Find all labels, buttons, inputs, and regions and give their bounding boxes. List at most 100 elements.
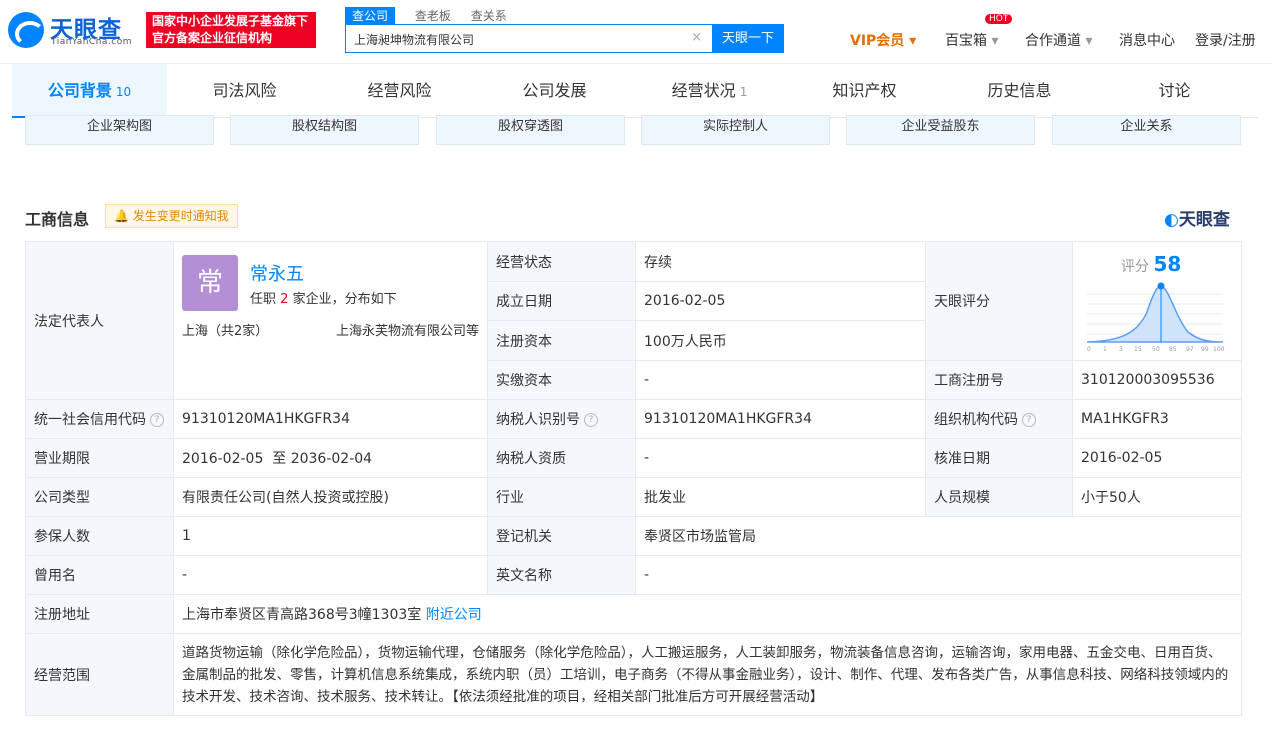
tax-qual-value: - bbox=[635, 438, 926, 478]
treasure-box-menu[interactable]: 百宝箱 ▾ bbox=[945, 30, 998, 50]
vip-label: VIP会员 bbox=[850, 33, 905, 49]
search-input-value[interactable]: 上海昶坤物流有限公司 bbox=[354, 31, 474, 48]
legal-rep-company[interactable]: 上海永芙物流有限公司等 bbox=[336, 320, 479, 339]
reg-no-value: 310120003095536 bbox=[1072, 360, 1242, 400]
tab-label: 经营状况 bbox=[671, 81, 736, 100]
english-name-key: 英文名称 bbox=[487, 555, 636, 595]
insured-value: 1 bbox=[173, 516, 488, 556]
cooperate-label: 合作通道 bbox=[1025, 33, 1081, 49]
tab-label: 讨论 bbox=[1158, 81, 1191, 100]
paid-capital-key: 实缴资本 bbox=[487, 360, 636, 400]
capital-value: 100万人民币 bbox=[635, 320, 926, 361]
message-center-link[interactable]: 消息中心 bbox=[1119, 30, 1175, 50]
tick: 100 bbox=[1213, 346, 1225, 353]
section-title: 工商信息 bbox=[25, 210, 90, 229]
founded-key: 成立日期 bbox=[487, 281, 636, 321]
search-mode-tabs: 查公司 查老板 查关系 bbox=[345, 7, 523, 24]
search-tab-relation[interactable]: 查关系 bbox=[471, 7, 507, 24]
legal-rep-cell: 常 常永五 任职 2 家企业，分布如下 上海（共2家） 上海永芙物流有限公司等 bbox=[173, 241, 488, 400]
cooperate-menu[interactable]: 合作通道 ▾ bbox=[1025, 30, 1092, 50]
tianyancha-logo-icon[interactable] bbox=[8, 12, 45, 48]
equity-penetration-button[interactable]: 股权穿透图 bbox=[436, 115, 625, 145]
help-icon[interactable]: ? bbox=[150, 413, 164, 427]
tab-company-background[interactable]: 公司背景 10 bbox=[12, 64, 167, 118]
help-icon[interactable]: ? bbox=[584, 413, 598, 427]
search-tab-company[interactable]: 查公司 bbox=[345, 7, 396, 24]
positions-count[interactable]: 2 bbox=[280, 292, 288, 307]
insured-key: 参保人数 bbox=[25, 516, 174, 556]
clear-icon[interactable]: × bbox=[691, 30, 702, 45]
score-display: 评分 58 bbox=[1121, 252, 1181, 276]
chevron-down-icon: ▾ bbox=[991, 33, 999, 49]
english-name-value: - bbox=[635, 555, 1242, 595]
search-input[interactable]: 上海昶坤物流有限公司 × bbox=[345, 24, 713, 53]
nearby-companies-link[interactable]: 附近公司 bbox=[426, 607, 482, 623]
scope-value: 道路货物运输（除化学危险品），货物运输代理，仓储服务（除化学危险品），人工搬运服… bbox=[173, 633, 1242, 716]
company-relation-button[interactable]: 企业关系 bbox=[1052, 115, 1241, 145]
credit-code-label: 统一社会信用代码 bbox=[34, 412, 146, 428]
eye-logo-icon: ◐ bbox=[1164, 210, 1179, 230]
brand-watermark: ◐天眼查 bbox=[1164, 205, 1230, 230]
chevron-down-icon: ▾ bbox=[1085, 33, 1093, 49]
search-tab-boss[interactable]: 查老板 bbox=[415, 7, 451, 24]
tab-development[interactable]: 公司发展 bbox=[477, 64, 632, 118]
avatar[interactable]: 常 bbox=[182, 255, 238, 311]
legal-rep-positions: 任职 2 家企业，分布如下 bbox=[250, 288, 397, 307]
industry-key: 行业 bbox=[487, 477, 636, 517]
authority-key: 登记机关 bbox=[487, 516, 636, 556]
reg-no-key: 工商注册号 bbox=[925, 360, 1073, 400]
search-button[interactable]: 天眼一下 bbox=[712, 24, 784, 53]
positions-post: 家企业，分布如下 bbox=[292, 292, 397, 307]
org-chart-button[interactable]: 企业架构图 bbox=[25, 115, 214, 145]
tianyan-score-key: 天眼评分 bbox=[925, 241, 1073, 361]
org-code-label: 组织机构代码 bbox=[934, 412, 1018, 428]
tianyan-score-cell[interactable]: 评分 58 0 1 3 15 50 85 97 99 100 bbox=[1072, 241, 1242, 361]
tab-count: 1 bbox=[739, 85, 748, 99]
scope-key: 经营范围 bbox=[25, 633, 174, 716]
tab-operating-risk[interactable]: 经营风险 bbox=[322, 64, 477, 118]
score-label: 评分 bbox=[1121, 259, 1149, 275]
positions-pre: 任职 bbox=[250, 292, 277, 307]
tick: 50 bbox=[1152, 346, 1160, 353]
equity-structure-button[interactable]: 股权结构图 bbox=[230, 115, 419, 145]
tab-label: 公司发展 bbox=[522, 81, 587, 100]
tab-judicial-risk[interactable]: 司法风险 bbox=[167, 64, 322, 118]
logo-subtext: TianYanCha.com bbox=[51, 37, 133, 47]
vip-member-link[interactable]: VIP会员 ▾ bbox=[850, 30, 916, 50]
tab-discussion[interactable]: 讨论 bbox=[1097, 64, 1252, 118]
founded-value: 2016-02-05 bbox=[635, 281, 926, 321]
tick: 99 bbox=[1201, 346, 1209, 353]
tax-id-key: 纳税人识别号? bbox=[487, 399, 636, 439]
tab-label: 知识产权 bbox=[832, 81, 897, 100]
beneficial-owner-button[interactable]: 企业受益股东 bbox=[846, 115, 1035, 145]
staff-size-key: 人员规模 bbox=[925, 477, 1073, 517]
help-icon[interactable]: ? bbox=[1022, 413, 1036, 427]
tab-label: 历史信息 bbox=[987, 81, 1052, 100]
legal-rep-region[interactable]: 上海（共2家） bbox=[182, 320, 268, 339]
tab-operations[interactable]: 经营状况 1 bbox=[632, 64, 787, 118]
score-marker bbox=[1157, 282, 1165, 290]
staff-size-value: 小于50人 bbox=[1072, 477, 1242, 517]
brand-text: 天眼查 bbox=[1178, 210, 1230, 230]
term-key: 营业期限 bbox=[25, 438, 174, 478]
tab-history[interactable]: 历史信息 bbox=[942, 64, 1097, 118]
authority-value: 奉贤区市场监管局 bbox=[635, 516, 1242, 556]
approve-date-value: 2016-02-05 bbox=[1072, 438, 1242, 478]
address-value: 上海市奉贤区青高路368号3幢1303室 bbox=[182, 607, 422, 623]
tab-count: 10 bbox=[115, 85, 132, 99]
credit-code-key: 统一社会信用代码? bbox=[25, 399, 174, 439]
notify-change-button[interactable]: 🔔 发生变更时通知我 bbox=[105, 204, 238, 228]
term-value: 2016-02-05 至 2036-02-04 bbox=[173, 438, 488, 478]
company-type-key: 公司类型 bbox=[25, 477, 174, 517]
legal-rep-name[interactable]: 常永五 bbox=[250, 260, 304, 286]
actual-controller-button[interactable]: 实际控制人 bbox=[641, 115, 830, 145]
industry-value: 批发业 bbox=[635, 477, 926, 517]
former-name-value: - bbox=[173, 555, 488, 595]
org-code-key: 组织机构代码? bbox=[925, 399, 1073, 439]
tab-ip[interactable]: 知识产权 bbox=[787, 64, 942, 118]
notify-label: 发生变更时通知我 bbox=[132, 209, 229, 223]
login-link[interactable]: 登录/注册 bbox=[1195, 30, 1256, 50]
tick: 85 bbox=[1169, 346, 1177, 353]
bell-icon: 🔔 bbox=[114, 209, 129, 223]
tax-id-label: 纳税人识别号 bbox=[496, 412, 580, 428]
